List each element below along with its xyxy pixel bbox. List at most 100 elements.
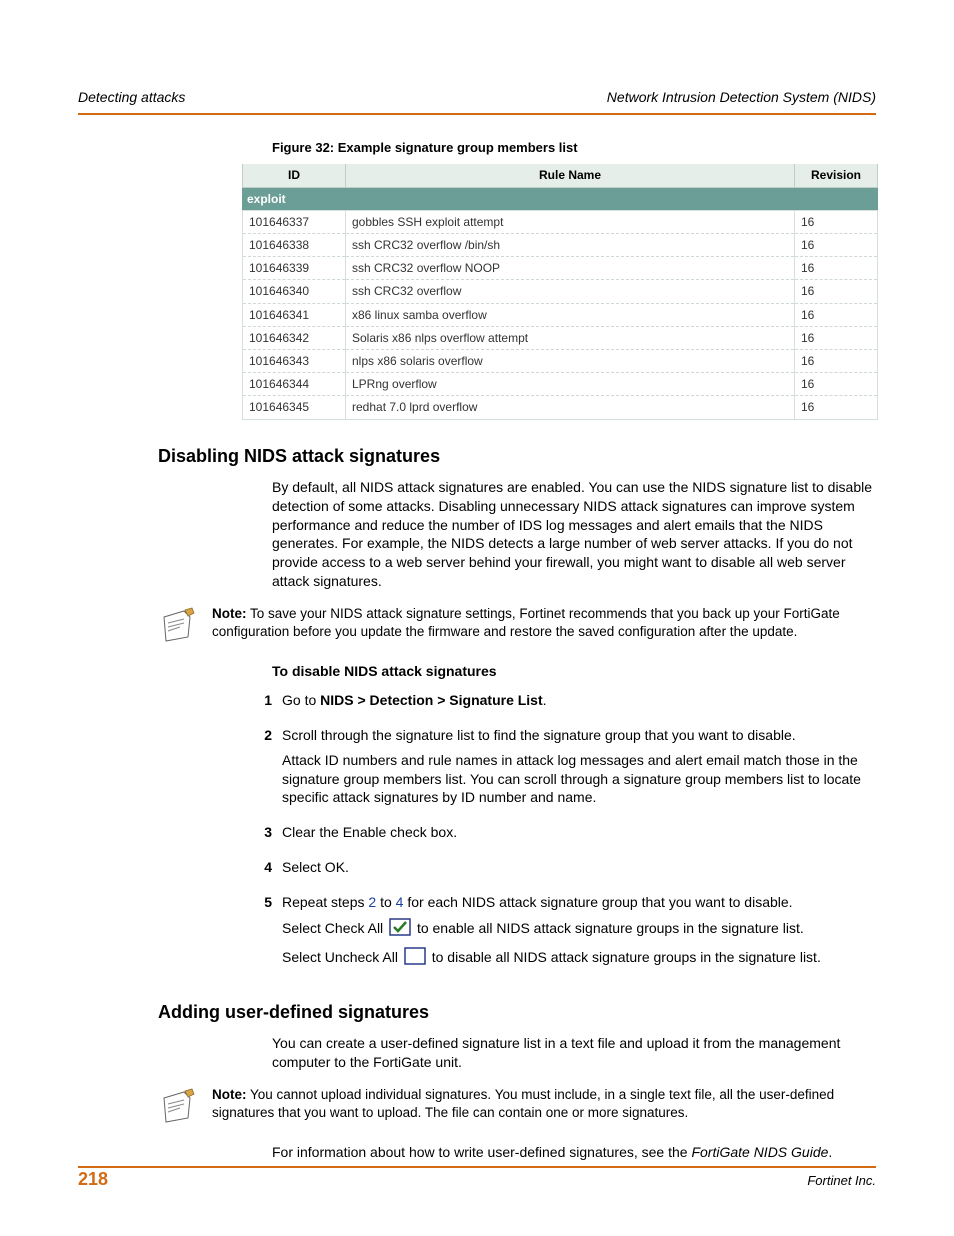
note-text-2: Note: You cannot upload individual signa… [212, 1086, 876, 1122]
table-cell-rule: ssh CRC32 overflow [346, 280, 795, 303]
table-group-title: exploit [243, 187, 878, 210]
table-row: 101646340ssh CRC32 overflow16 [243, 280, 878, 303]
table-row: 101646342Solaris x86 nlps overflow attem… [243, 326, 878, 349]
step-body: Repeat steps 2 to 4 for each NIDS attack… [282, 893, 876, 976]
table-cell-rule: gobbles SSH exploit attempt [346, 210, 795, 233]
table-cell-id: 101646345 [243, 396, 346, 419]
step-3: 3 Clear the Enable check box. [242, 823, 876, 848]
table-row: 101646344LPRng overflow16 [243, 373, 878, 396]
step-num: 2 [242, 726, 282, 814]
para-adding-intro: You can create a user-defined signature … [272, 1034, 876, 1072]
table-cell-rev: 16 [795, 396, 878, 419]
table-row: 101646339ssh CRC32 overflow NOOP16 [243, 257, 878, 280]
step5-pre: Repeat steps [282, 894, 368, 910]
col-rule-name: Rule Name [346, 164, 795, 187]
page-number: 218 [78, 1167, 108, 1191]
step2-line1: Scroll through the signature list to fin… [282, 726, 876, 745]
note-label: Note: [212, 1087, 247, 1102]
step5-checkall-pre: Select Check All [282, 920, 387, 936]
step-1: 1 Go to NIDS > Detection > Signature Lis… [242, 691, 876, 716]
table-cell-rule: Solaris x86 nlps overflow attempt [346, 326, 795, 349]
table-group-row: exploit [243, 187, 878, 210]
table-cell-rev: 16 [795, 303, 878, 326]
footer: 218 Fortinet Inc. [78, 1167, 876, 1191]
table-cell-id: 101646343 [243, 349, 346, 372]
table-cell-rule: x86 linux samba overflow [346, 303, 795, 326]
table-cell-id: 101646342 [243, 326, 346, 349]
col-id: ID [243, 164, 346, 187]
page: Detecting attacks Network Intrusion Dete… [0, 0, 954, 1236]
heading-disabling: Disabling NIDS attack signatures [158, 444, 876, 468]
step-4: 4 Select OK. [242, 858, 876, 883]
note-text-1: Note: To save your NIDS attack signature… [212, 605, 876, 641]
step-5: 5 Repeat steps 2 to 4 for each NIDS atta… [242, 893, 876, 976]
step2-line2: Attack ID numbers and rule names in atta… [282, 751, 876, 808]
table-cell-rule: LPRng overflow [346, 373, 795, 396]
step-body: Select OK. [282, 858, 876, 883]
para2-ital: FortiGate NIDS Guide [691, 1144, 828, 1160]
step-body: Scroll through the signature list to fin… [282, 726, 876, 814]
check-all-icon [389, 918, 411, 941]
table-cell-rule: ssh CRC32 overflow /bin/sh [346, 234, 795, 257]
step-body: Clear the Enable check box. [282, 823, 876, 848]
table-cell-id: 101646338 [243, 234, 346, 257]
running-head: Detecting attacks Network Intrusion Dete… [78, 88, 876, 107]
table-cell-rev: 16 [795, 234, 878, 257]
step-2: 2 Scroll through the signature list to f… [242, 726, 876, 814]
note-icon [158, 1088, 198, 1129]
note-body: To save your NIDS attack signature setti… [212, 606, 840, 639]
note-body: You cannot upload individual signatures.… [212, 1087, 834, 1120]
note-icon [158, 607, 198, 648]
note-label: Note: [212, 606, 247, 621]
step-body: Go to NIDS > Detection > Signature List. [282, 691, 876, 716]
table-cell-id: 101646340 [243, 280, 346, 303]
col-revision: Revision [795, 164, 878, 187]
step3-text: Clear the Enable check box. [282, 823, 876, 842]
table-row: 101646337gobbles SSH exploit attempt16 [243, 210, 878, 233]
step5-mid: to [376, 894, 395, 910]
table-cell-id: 101646344 [243, 373, 346, 396]
table-row: 101646338ssh CRC32 overflow /bin/sh16 [243, 234, 878, 257]
header-rule [78, 113, 876, 115]
table-header-row: ID Rule Name Revision [243, 164, 878, 187]
step1-path: NIDS > Detection > Signature List [320, 692, 543, 708]
table-cell-id: 101646339 [243, 257, 346, 280]
table-cell-rev: 16 [795, 326, 878, 349]
signature-table: exploit ID Rule Name Revision 101646337g… [242, 164, 878, 419]
note-block-2: Note: You cannot upload individual signa… [158, 1086, 876, 1129]
step-num: 3 [242, 823, 282, 848]
step5-checkall-post: to enable all NIDS attack signature grou… [417, 920, 804, 936]
step4-text: Select OK. [282, 858, 876, 877]
table-row: 101646345redhat 7.0 lprd overflow16 [243, 396, 878, 419]
uncheck-all-icon [404, 947, 426, 970]
note-block-1: Note: To save your NIDS attack signature… [158, 605, 876, 648]
heading-adding: Adding user-defined signatures [158, 1000, 876, 1024]
running-head-right: Network Intrusion Detection System (NIDS… [607, 88, 876, 107]
table-cell-id: 101646341 [243, 303, 346, 326]
table-row: 101646343nlps x86 solaris overflow16 [243, 349, 878, 372]
table-cell-rev: 16 [795, 257, 878, 280]
table-cell-rev: 16 [795, 210, 878, 233]
running-head-left: Detecting attacks [78, 88, 185, 107]
table-cell-rev: 16 [795, 349, 878, 372]
para-adding-ref: For information about how to write user-… [272, 1143, 876, 1162]
table-row: 101646341x86 linux samba overflow16 [243, 303, 878, 326]
step-num: 1 [242, 691, 282, 716]
step5-uncheckall-post: to disable all NIDS attack signature gro… [432, 949, 821, 965]
step-num: 5 [242, 893, 282, 976]
table-cell-rev: 16 [795, 280, 878, 303]
procedure-heading: To disable NIDS attack signatures [272, 662, 876, 681]
figure-caption: Figure 32: Example signature group membe… [272, 139, 876, 157]
para2-post: . [828, 1144, 832, 1160]
para2-pre: For information about how to write user-… [272, 1144, 691, 1160]
table-cell-rule: ssh CRC32 overflow NOOP [346, 257, 795, 280]
footer-company: Fortinet Inc. [807, 1172, 876, 1190]
step5-post: for each NIDS attack signature group tha… [403, 894, 792, 910]
table-cell-rev: 16 [795, 373, 878, 396]
step-num: 4 [242, 858, 282, 883]
table-cell-rule: nlps x86 solaris overflow [346, 349, 795, 372]
step1-post: . [543, 692, 547, 708]
table-cell-rule: redhat 7.0 lprd overflow [346, 396, 795, 419]
step1-pre: Go to [282, 692, 320, 708]
step5-uncheckall-pre: Select Uncheck All [282, 949, 402, 965]
